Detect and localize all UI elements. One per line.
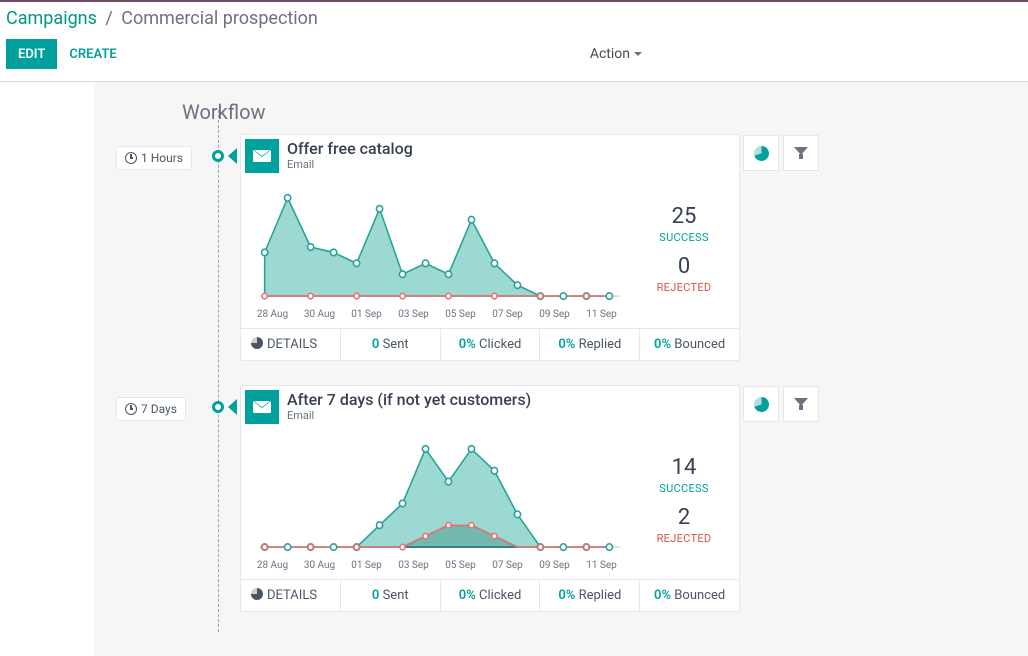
delay-pill[interactable]: 7 Days bbox=[116, 397, 186, 421]
success-count: 14 bbox=[672, 455, 697, 480]
activity-type: Email bbox=[287, 409, 739, 422]
details-button[interactable]: DETAILS bbox=[241, 580, 340, 611]
bounced-stat[interactable]: 0% Bounced bbox=[639, 580, 739, 611]
delay-pill[interactable]: 1 Hours bbox=[116, 146, 192, 170]
activity-footer: DETAILS 0 Sent 0% Clicked 0% Replied 0% … bbox=[241, 579, 739, 611]
activity: 1 Hours Offer free catalog Email bbox=[94, 134, 1028, 361]
stats-button[interactable] bbox=[743, 386, 779, 422]
breadcrumb-current: Commercial prospection bbox=[121, 8, 318, 29]
activity-stats: 25 SUCCESS 0 REJECTED bbox=[629, 177, 739, 328]
caret-down-icon bbox=[634, 52, 642, 56]
edit-button[interactable]: EDIT bbox=[6, 39, 57, 69]
success-label: SUCCESS bbox=[659, 231, 708, 244]
timeline-node bbox=[212, 401, 224, 413]
rejected-label: REJECTED bbox=[657, 532, 712, 545]
clock-icon bbox=[125, 152, 137, 164]
rejected-count: 2 bbox=[678, 505, 690, 530]
success-label: SUCCESS bbox=[659, 482, 708, 495]
clicked-stat[interactable]: 0% Clicked bbox=[440, 329, 540, 360]
replied-stat[interactable]: 0% Replied bbox=[539, 580, 639, 611]
pie-chart-icon bbox=[251, 588, 263, 600]
arrow-right-icon bbox=[228, 399, 237, 415]
action-bar: EDIT CREATE Action bbox=[0, 33, 1028, 82]
create-button[interactable]: CREATE bbox=[57, 39, 128, 69]
funnel-icon bbox=[794, 398, 808, 410]
workflow-canvas: Workflow 1 Hours Offer free catalog Emai… bbox=[94, 82, 1028, 656]
delay-label: 1 Hours bbox=[141, 151, 183, 165]
filter-button[interactable] bbox=[783, 135, 819, 171]
replied-stat[interactable]: 0% Replied bbox=[539, 329, 639, 360]
action-dropdown[interactable]: Action bbox=[590, 46, 642, 62]
email-icon bbox=[245, 390, 279, 424]
pie-chart-icon bbox=[251, 337, 263, 349]
activity-title: After 7 days (if not yet customers) bbox=[287, 390, 739, 409]
breadcrumb-separator: / bbox=[105, 8, 112, 29]
activity-title: Offer free catalog bbox=[287, 139, 739, 158]
activity: 7 Days After 7 days (if not yet customer… bbox=[94, 385, 1028, 612]
timeline-node bbox=[212, 150, 224, 162]
breadcrumb: Campaigns / Commercial prospection bbox=[0, 2, 1028, 33]
pie-chart-icon bbox=[754, 146, 769, 161]
email-icon bbox=[245, 139, 279, 173]
success-count: 25 bbox=[672, 204, 697, 229]
details-button[interactable]: DETAILS bbox=[241, 329, 340, 360]
clock-icon bbox=[125, 403, 137, 415]
action-dropdown-label: Action bbox=[590, 46, 630, 62]
activity-type: Email bbox=[287, 158, 739, 171]
sent-stat[interactable]: 0 Sent bbox=[340, 580, 440, 611]
sent-stat[interactable]: 0 Sent bbox=[340, 329, 440, 360]
arrow-right-icon bbox=[228, 148, 237, 164]
bounced-stat[interactable]: 0% Bounced bbox=[639, 329, 739, 360]
breadcrumb-root[interactable]: Campaigns bbox=[6, 8, 97, 29]
stats-button[interactable] bbox=[743, 135, 779, 171]
activity-chart: 28 Aug30 Aug01 Sep03 Sep05 Sep07 Sep09 S… bbox=[241, 428, 629, 579]
clicked-stat[interactable]: 0% Clicked bbox=[440, 580, 540, 611]
chart-x-axis: 28 Aug30 Aug01 Sep03 Sep05 Sep07 Sep09 S… bbox=[249, 558, 625, 577]
chart-x-axis: 28 Aug30 Aug01 Sep03 Sep05 Sep07 Sep09 S… bbox=[249, 307, 625, 326]
activity-card: After 7 days (if not yet customers) Emai… bbox=[240, 385, 740, 612]
funnel-icon bbox=[794, 147, 808, 159]
filter-button[interactable] bbox=[783, 386, 819, 422]
rejected-label: REJECTED bbox=[657, 281, 712, 294]
rejected-count: 0 bbox=[678, 254, 690, 279]
activity-footer: DETAILS 0 Sent 0% Clicked 0% Replied 0% … bbox=[241, 328, 739, 360]
delay-label: 7 Days bbox=[141, 402, 177, 416]
activity-card: Offer free catalog Email bbox=[240, 134, 740, 361]
workflow-title: Workflow bbox=[94, 82, 1028, 134]
pie-chart-icon bbox=[754, 397, 769, 412]
activity-stats: 14 SUCCESS 2 REJECTED bbox=[629, 428, 739, 579]
activity-chart: 28 Aug30 Aug01 Sep03 Sep05 Sep07 Sep09 S… bbox=[241, 177, 629, 328]
